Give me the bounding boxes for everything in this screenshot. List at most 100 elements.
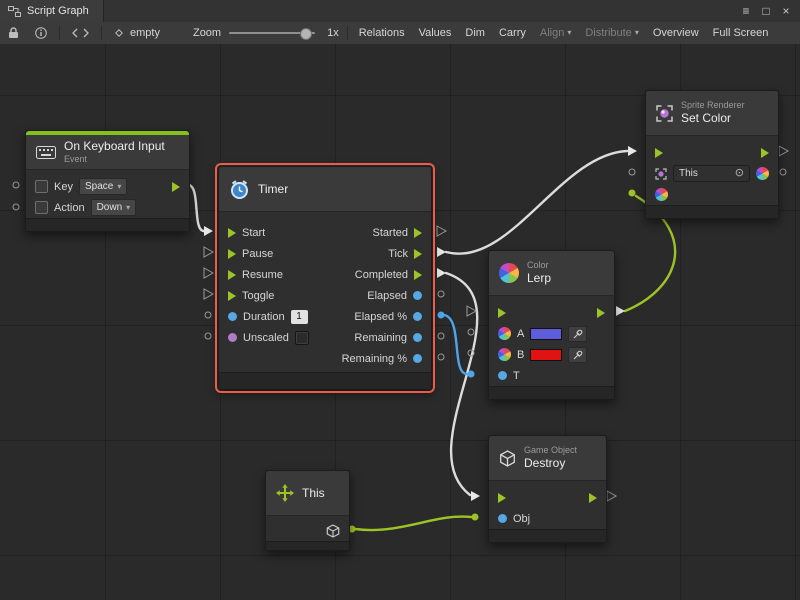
align-button[interactable]: Align ▾ [533,22,578,44]
timer-resume-ext-port[interactable] [204,268,213,278]
destroy-flow-in-ext-port[interactable] [471,491,480,501]
lerp-t-ext-port[interactable] [468,371,475,378]
timer-tick-ext-port[interactable] [437,247,446,257]
setcolor-flow-in-ext-port[interactable] [628,146,637,156]
color-a-swatch[interactable] [530,328,562,340]
tab-script-graph[interactable]: Script Graph [0,0,104,22]
destroy-flow-in-port[interactable] [498,493,506,503]
setcolor-flow-in-port[interactable] [655,148,663,158]
pause-port[interactable] [228,249,236,259]
setcolor-this-ext-port[interactable] [629,169,635,175]
node-destroy[interactable]: Game Object Destroy Obj [488,435,607,543]
duration-port[interactable] [228,312,237,321]
color-out-port[interactable] [756,167,769,180]
timer-duration-ext-port[interactable] [205,312,211,318]
resume-port[interactable] [228,270,236,280]
wire-timer-completed-to-destroy[interactable] [446,273,477,495]
full-screen-button[interactable]: Full Screen [706,22,776,44]
close-button[interactable]: × [778,3,794,19]
color-b-eyedropper[interactable] [568,347,587,363]
timer-elapsed-ext-port[interactable] [438,291,444,297]
node-category: Color [527,260,551,271]
key-dropdown[interactable]: Space ▾ [79,178,127,195]
info-button[interactable] [27,27,55,39]
unscaled-checkbox[interactable] [295,331,309,345]
setcolor-flow-out-ext-port[interactable] [779,146,788,156]
action-dropdown[interactable]: Down ▾ [91,199,137,216]
obj-port[interactable] [498,514,507,523]
wire-elapsed-to-lerp-t[interactable] [444,315,467,374]
remaining-port[interactable] [413,333,422,342]
lerp-t-row: T [489,365,614,386]
zoom-label: Zoom [186,22,221,44]
graph-canvas[interactable]: On Keyboard Input Event Key Space ▾ [0,44,800,600]
lerp-out-ext-port[interactable] [616,306,625,316]
values-button[interactable]: Values [412,22,459,44]
unscaled-port[interactable] [228,333,237,342]
wire-this-to-destroy-obj[interactable] [355,517,471,531]
zoom-slider-thumb[interactable] [300,28,312,40]
timer-start-ext-port[interactable] [204,226,213,236]
node-this[interactable]: This [265,470,350,551]
duration-input[interactable]: 1 [291,310,308,324]
destroy-flow-out-port[interactable] [589,493,597,503]
elapsed-pct-port[interactable] [413,312,422,321]
timer-elapsed-pct-ext-port[interactable] [438,312,445,319]
lerp-flow-in-port[interactable] [498,308,506,318]
setcolor-target-out-ext-port[interactable] [780,169,786,175]
color-port-icon[interactable] [498,327,511,340]
completed-port[interactable] [414,270,422,280]
timer-started-ext-port[interactable] [437,226,446,236]
wire-timer-tick-to-setcolor[interactable] [446,151,627,254]
distribute-button[interactable]: Distribute ▾ [578,22,645,44]
remaining-pct-label: Remaining % [342,353,407,365]
elapsed-port[interactable] [413,291,422,300]
lock-button[interactable] [0,27,27,39]
timer-toggle-ext-port[interactable] [204,289,213,299]
keyboard-key-ext-port[interactable] [13,182,19,188]
keyboard-flow-out-port[interactable] [172,182,180,192]
expand-button[interactable] [64,28,97,38]
timer-remaining-pct-ext-port[interactable] [438,354,444,360]
unscaled-label: Unscaled [243,332,289,344]
toggle-port[interactable] [228,291,236,301]
overview-button[interactable]: Overview [646,22,706,44]
dim-button[interactable]: Dim [458,22,492,44]
timer-remaining-ext-port[interactable] [438,333,444,339]
wire-keyboard-to-timer-start[interactable] [188,185,204,231]
lerp-flow-out-port[interactable] [597,308,605,318]
setcolor-color-ext-port[interactable] [629,190,636,197]
relations-button[interactable]: Relations [352,22,412,44]
node-timer[interactable]: Timer Start Started Pause Tick [218,166,432,390]
node-color-lerp[interactable]: Color Lerp A [488,250,615,400]
carry-button[interactable]: Carry [492,22,533,44]
destroy-flow-out-ext-port[interactable] [607,491,616,501]
window-menu-button[interactable]: ≡ [738,3,754,19]
graph-breadcrumb[interactable]: empty [106,27,168,39]
destroy-obj-ext-port[interactable] [472,514,479,521]
started-port[interactable] [414,228,422,238]
zoom-slider[interactable] [229,32,315,34]
keyboard-action-ext-port[interactable] [13,204,19,210]
color-port-icon[interactable] [498,348,511,361]
timer-unscaled-ext-port[interactable] [205,333,211,339]
object-picker-icon[interactable]: ⊙ [735,168,744,179]
remaining-pct-port[interactable] [413,354,422,363]
action-port-label: Action [54,202,85,214]
t-port[interactable] [498,371,507,380]
start-port[interactable] [228,228,236,238]
node-on-keyboard-input[interactable]: On Keyboard Input Event Key Space ▾ [25,130,190,232]
color-a-eyedropper[interactable] [568,326,587,342]
this-object-field[interactable]: This ⊙ [673,165,750,182]
node-set-color[interactable]: Sprite Renderer Set Color This [645,90,779,219]
color-b-swatch[interactable] [530,349,562,361]
lerp-flow-in-ext-port[interactable] [467,306,476,316]
gameobject-cube-port[interactable] [326,524,340,538]
timer-pause-ext-port[interactable] [204,247,213,257]
tick-port[interactable] [414,249,422,259]
maximize-button[interactable]: □ [758,3,774,19]
color-in-port[interactable] [655,188,668,201]
setcolor-flow-out-port[interactable] [761,148,769,158]
lerp-a-ext-port[interactable] [468,329,474,335]
timer-completed-ext-port[interactable] [437,268,446,278]
